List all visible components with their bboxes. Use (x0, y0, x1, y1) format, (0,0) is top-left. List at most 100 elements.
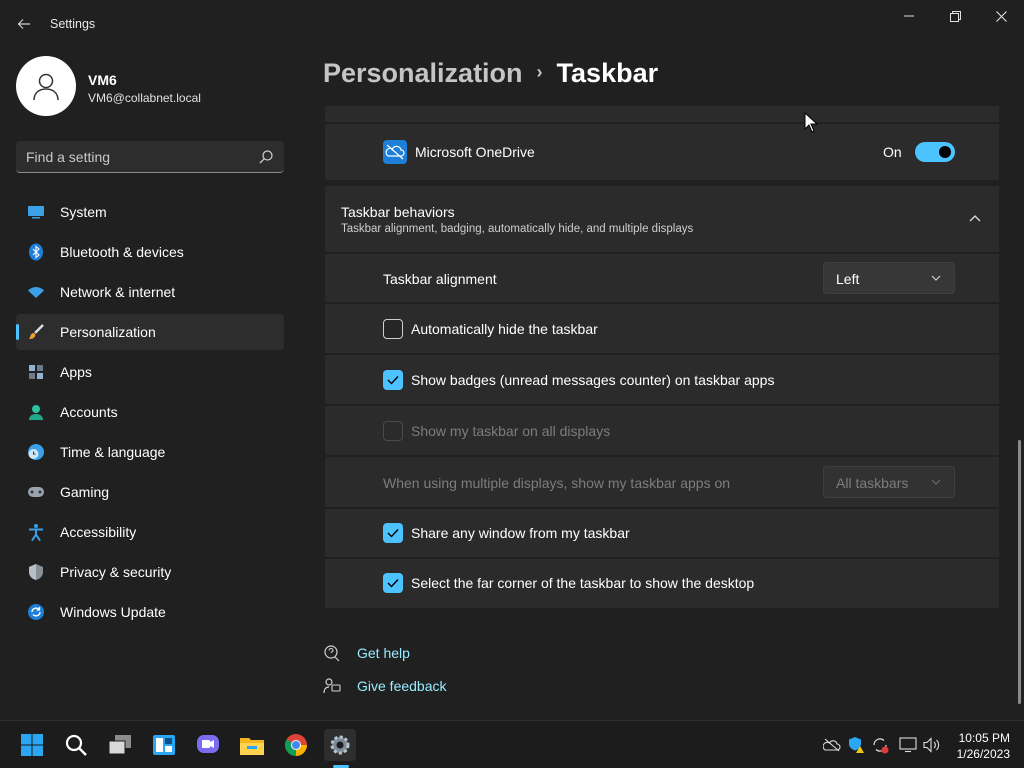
taskbar-search-button[interactable] (60, 729, 92, 761)
sidebar-item-network[interactable]: Network & internet (16, 274, 284, 310)
onedrive-row: Microsoft OneDrive On (325, 124, 999, 180)
sidebar-item-accessibility[interactable]: Accessibility (16, 514, 284, 550)
minimize-icon (904, 15, 914, 17)
far-corner-label: Select the far corner of the taskbar to … (411, 575, 755, 591)
sidebar-item-label: Accounts (60, 404, 118, 420)
close-button[interactable] (978, 0, 1024, 32)
sidebar-item-label: System (60, 204, 107, 220)
get-help-link[interactable]: Get help (357, 645, 410, 661)
defender-tray-button[interactable] (846, 735, 866, 755)
widgets-button[interactable] (148, 729, 180, 761)
file-explorer-button[interactable] (236, 729, 268, 761)
start-icon (21, 734, 43, 756)
multi-display-dropdown[interactable]: All taskbars (823, 466, 955, 498)
system-icon (27, 203, 45, 221)
badges-label: Show badges (unread messages counter) on… (411, 372, 775, 388)
checkmark-icon (387, 529, 399, 538)
task-view-button[interactable] (104, 729, 136, 761)
settings-search[interactable] (16, 141, 284, 173)
chat-icon (197, 735, 219, 753)
sidebar-item-time-language[interactable]: Time & language (16, 434, 284, 470)
sidebar-item-privacy-security[interactable]: Privacy & security (16, 554, 284, 590)
search-icon[interactable] (258, 149, 274, 165)
taskbar: 10:05 PM 1/26/2023 (0, 720, 1024, 768)
sidebar-item-bluetooth[interactable]: Bluetooth & devices (16, 234, 284, 270)
sidebar-item-windows-update[interactable]: Windows Update (16, 594, 284, 630)
sidebar-item-personalization[interactable]: Personalization (16, 314, 284, 350)
sidebar-item-label: Personalization (60, 324, 156, 340)
chevron-down-icon (931, 479, 941, 485)
breadcrumb: Personalization › Taskbar (323, 58, 658, 89)
far-corner-checkbox[interactable] (383, 573, 403, 593)
alignment-dropdown[interactable]: Left (823, 262, 955, 294)
help-icon (324, 645, 340, 662)
onedrive-offline-icon (823, 738, 841, 752)
volume-icon (923, 737, 940, 753)
badges-row: Show badges (unread messages counter) on… (325, 355, 999, 404)
auto-hide-checkbox[interactable] (383, 319, 403, 339)
clock-globe-icon (27, 443, 45, 461)
sidebar-item-label: Privacy & security (60, 564, 172, 580)
badges-checkbox[interactable] (383, 370, 403, 390)
search-icon (65, 734, 87, 756)
onedrive-toggle-state: On (883, 144, 902, 160)
alignment-row: Taskbar alignment Left (325, 254, 999, 302)
chat-button[interactable] (192, 729, 224, 761)
volume-tray-button[interactable] (922, 735, 942, 755)
network-tray-button[interactable] (898, 735, 918, 755)
breadcrumb-parent[interactable]: Personalization (323, 58, 523, 88)
window-title: Settings (50, 17, 96, 31)
apps-icon (27, 363, 45, 381)
onedrive-label: Microsoft OneDrive (415, 144, 535, 160)
section-subtitle: Taskbar alignment, badging, automaticall… (341, 223, 694, 235)
brush-icon (27, 323, 45, 341)
chevron-up-icon[interactable] (969, 214, 981, 222)
sync-tray-button[interactable] (870, 735, 890, 755)
sidebar-item-system[interactable]: System (16, 194, 284, 230)
search-input[interactable] (26, 141, 246, 173)
checkmark-icon (387, 579, 399, 588)
onedrive-toggle[interactable] (915, 142, 955, 162)
back-button[interactable] (12, 12, 36, 36)
user-profile[interactable]: VM6 VM6@collabnet.local (16, 56, 296, 118)
all-displays-checkbox[interactable] (383, 421, 403, 441)
avatar (16, 56, 76, 116)
sidebar-item-label: Apps (60, 364, 92, 380)
scrollbar-thumb[interactable] (1018, 440, 1021, 704)
all-displays-label: Show my taskbar on all displays (411, 423, 611, 439)
give-feedback-link[interactable]: Give feedback (357, 678, 447, 694)
auto-hide-label: Automatically hide the taskbar (411, 321, 598, 337)
sidebar-item-gaming[interactable]: Gaming (16, 474, 284, 510)
onedrive-tray-button[interactable] (822, 735, 842, 755)
clock-date: 1/26/2023 (956, 747, 1010, 761)
far-corner-row: Select the far corner of the taskbar to … (325, 559, 999, 608)
sidebar-item-label: Bluetooth & devices (60, 244, 184, 260)
dropdown-value: Left (836, 271, 860, 287)
page-title: Taskbar (556, 58, 659, 88)
update-icon (27, 603, 45, 621)
multi-display-row: When using multiple displays, show my ta… (325, 457, 999, 507)
section-title: Taskbar behaviors (341, 204, 455, 220)
accessibility-icon (27, 523, 45, 541)
maximize-button[interactable] (932, 0, 978, 32)
previous-section-card (325, 106, 999, 122)
network-icon (899, 737, 917, 753)
sidebar-item-label: Accessibility (60, 524, 137, 540)
toggle-knob (939, 146, 951, 158)
taskbar-behaviors-header[interactable]: Taskbar behaviors Taskbar alignment, bad… (325, 186, 999, 252)
share-window-checkbox[interactable] (383, 523, 403, 543)
chevron-down-icon (931, 275, 941, 281)
minimize-button[interactable] (886, 0, 932, 32)
back-arrow-icon (17, 19, 30, 29)
clock-time: 10:05 PM (958, 731, 1010, 745)
profile-name: VM6 (88, 72, 117, 88)
sidebar-item-accounts[interactable]: Accounts (16, 394, 284, 430)
settings-taskbar-button[interactable] (324, 729, 356, 761)
sync-error-icon (873, 738, 889, 754)
title-bar: Settings (0, 0, 1024, 48)
chrome-button[interactable] (280, 729, 312, 761)
start-button[interactable] (16, 729, 48, 761)
all-displays-row: Show my taskbar on all displays (325, 406, 999, 455)
sidebar-item-apps[interactable]: Apps (16, 354, 284, 390)
system-clock[interactable]: 10:05 PM 1/26/2023 (957, 730, 1010, 762)
